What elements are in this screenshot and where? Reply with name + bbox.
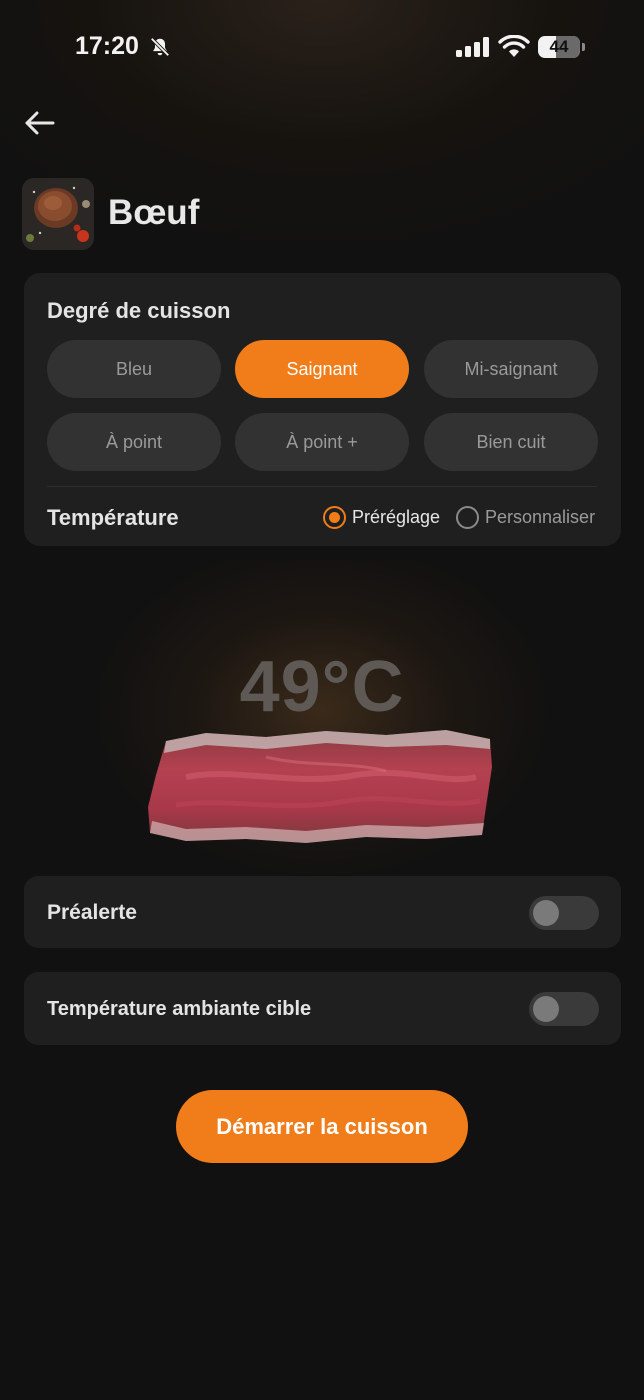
wifi-icon	[498, 35, 530, 57]
ambient-target-row: Température ambiante cible	[24, 972, 621, 1045]
doneness-option-a-point-plus[interactable]: À point +	[235, 413, 409, 471]
radio-checked-icon[interactable]	[323, 505, 346, 529]
radio-preset[interactable]: Préréglage	[323, 504, 440, 530]
food-thumbnail	[22, 178, 94, 250]
prealert-row: Préalerte	[24, 876, 621, 948]
battery-icon: 44	[538, 36, 586, 58]
doneness-title: Degré de cuisson	[47, 298, 231, 323]
start-cooking-button[interactable]: Démarrer la cuisson	[176, 1090, 468, 1163]
temperature-label: Température	[47, 505, 179, 530]
target-temperature: 49°C	[239, 647, 405, 727]
food-title: Bœuf	[108, 193, 200, 232]
back-arrow-icon[interactable]	[22, 106, 58, 142]
status-bar: 17:20 44	[0, 0, 644, 96]
radio-unchecked-icon[interactable]	[456, 505, 479, 529]
battery-percent: 44	[549, 37, 569, 56]
divider	[47, 486, 597, 487]
doneness-option-bien-cuit[interactable]: Bien cuit	[424, 413, 598, 471]
steak-image	[148, 730, 492, 843]
bell-off-icon	[150, 37, 170, 57]
radio-custom[interactable]: Personnaliser	[456, 504, 595, 530]
doneness-option-bleu[interactable]: Bleu	[47, 340, 221, 398]
ambient-target-toggle[interactable]	[529, 992, 599, 1026]
radio-custom-label: Personnaliser	[485, 506, 596, 527]
status-time: 17:20	[75, 32, 139, 60]
signal-icon	[456, 37, 489, 57]
ambient-target-label: Température ambiante cible	[47, 998, 312, 1020]
doneness-option-mi-saignant[interactable]: Mi-saignant	[424, 340, 598, 398]
prealert-label: Préalerte	[47, 901, 137, 924]
radio-preset-label: Préréglage	[352, 506, 441, 527]
doneness-option-saignant[interactable]: Saignant	[235, 340, 409, 398]
prealert-toggle[interactable]	[529, 896, 599, 930]
doneness-option-a-point[interactable]: À point	[47, 413, 221, 471]
